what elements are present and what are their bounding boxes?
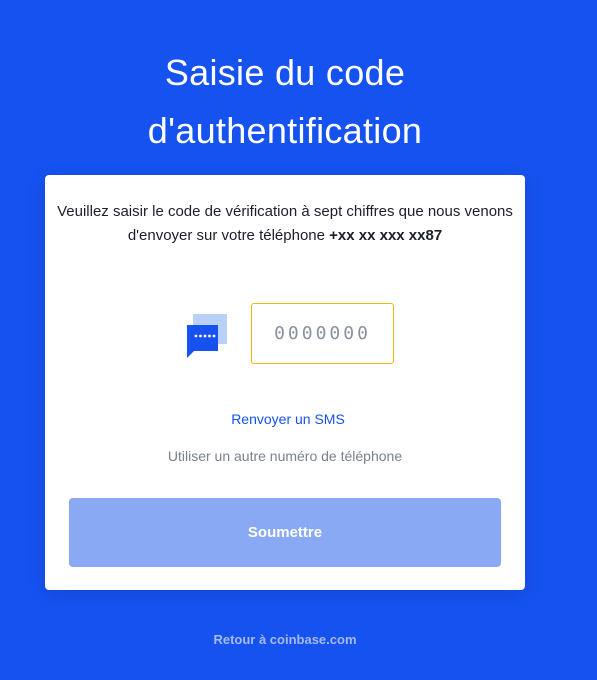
- verification-card: Veuillez saisir le code de vérification …: [45, 175, 525, 590]
- use-other-phone-link[interactable]: Utiliser un autre numéro de téléphone: [45, 448, 525, 464]
- sms-chat-bubble-icon: [186, 314, 227, 358]
- submit-button[interactable]: Soumettre: [69, 498, 501, 567]
- back-to-coinbase-link[interactable]: Retour à coinbase.com: [0, 632, 570, 647]
- verification-code-input[interactable]: [251, 303, 394, 364]
- page-title-line-1: Saisie du code: [164, 52, 406, 94]
- page-title-line-2: d'authentification: [147, 110, 423, 152]
- masked-phone-number: +xx xx xxx xx87: [329, 227, 443, 244]
- page-title: Saisie du code d'authentification: [0, 44, 570, 160]
- instructions-text: Veuillez saisir le code de vérification …: [45, 200, 525, 248]
- resend-sms-link[interactable]: Renvoyer un SMS: [45, 411, 531, 427]
- instructions-message: Veuillez saisir le code de vérification …: [57, 203, 513, 244]
